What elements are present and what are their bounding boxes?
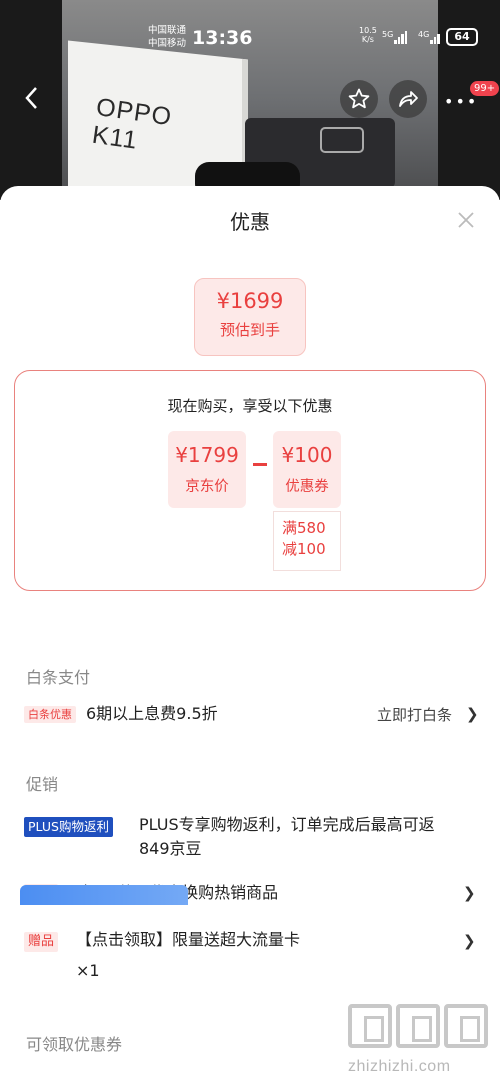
estimated-price-box: ¥1699 预估到手 [194,278,306,356]
minus-sign [253,463,267,466]
sheet-title: 优惠 [230,210,270,234]
jd-price-box: ¥1799 京东价 [168,431,246,508]
coupons-section-title: 可领取优惠券 [26,1035,123,1054]
gift-quantity: ×1 [76,961,100,980]
battery-icon: 64 [446,28,478,46]
signal-type-2: 4G [418,30,430,39]
discount-sheet: 优惠 ¥1699 预估到手 现在购买，享受以下优惠 ¥1799 京东价 ¥100… [0,186,500,1083]
promotions-section-title: 促销 [26,775,59,794]
charging-pad-mark [320,127,364,153]
chevron-right-icon: ❯ [466,705,479,723]
coupon-card[interactable] [20,885,188,905]
message-count-badge: 99+ [470,81,500,96]
back-button[interactable] [24,86,44,112]
watermark-url: zhizhizhi.com [348,1058,451,1075]
signal-type-1: 5G [382,30,394,39]
signal-bars-2-icon [430,30,440,44]
carrier-names: 中国联通 中国移动 [148,25,187,49]
gift-text: 【点击领取】限量送超大流量卡 [76,930,301,949]
baitiao-action: 立即打白条 [377,706,453,724]
product-box-label: OPPO K11 [90,92,174,155]
coupon-label: 优惠券 [285,479,329,495]
chevron-right-icon: ❯ [463,932,476,950]
chevron-right-icon: ❯ [463,884,476,902]
baitiao-text: 6期以上息费9.5折 [86,704,218,723]
estimated-price-label: 预估到手 [219,321,280,339]
chevron-left-icon [25,87,37,109]
clock: 13:36 [192,27,253,49]
favorite-button[interactable] [340,80,378,118]
watermark-logo: zhizhizhi.com [348,1004,494,1076]
close-button[interactable] [456,210,476,230]
jd-price-label: 京东价 [185,479,229,495]
signal-bars-1-icon [394,30,407,44]
baitiao-tag: 白条优惠 [24,706,76,723]
estimated-price: ¥1699 [216,289,284,313]
close-icon [458,212,474,228]
price-calculation-box: 现在购买，享受以下优惠 ¥1799 京东价 ¥100 优惠券 满580 减100 [14,370,486,591]
plus-rebate-tag: PLUS购物返利 [24,817,113,837]
gift-tag: 赠品 [24,932,59,952]
plus-rebate-text: PLUS专享购物返利，订单完成后最高可返 849京豆 [139,815,435,858]
calculation-heading: 现在购买，享受以下优惠 [167,397,333,415]
share-button[interactable] [389,80,427,118]
coupon-value: ¥100 [281,443,333,467]
jd-price-value: ¥1799 [175,443,239,467]
status-bar: 中国联通 中国移动 13:36 10.5 K/s 5G 4G 64 [0,22,500,52]
baitiao-section-title: 白条支付 [26,668,91,687]
coupon-condition: 满580 减100 [273,511,341,571]
share-icon [399,91,418,107]
star-icon [348,88,370,109]
network-speed: 10.5 K/s [359,26,377,44]
coupon-box: ¥100 优惠券 [273,431,341,508]
